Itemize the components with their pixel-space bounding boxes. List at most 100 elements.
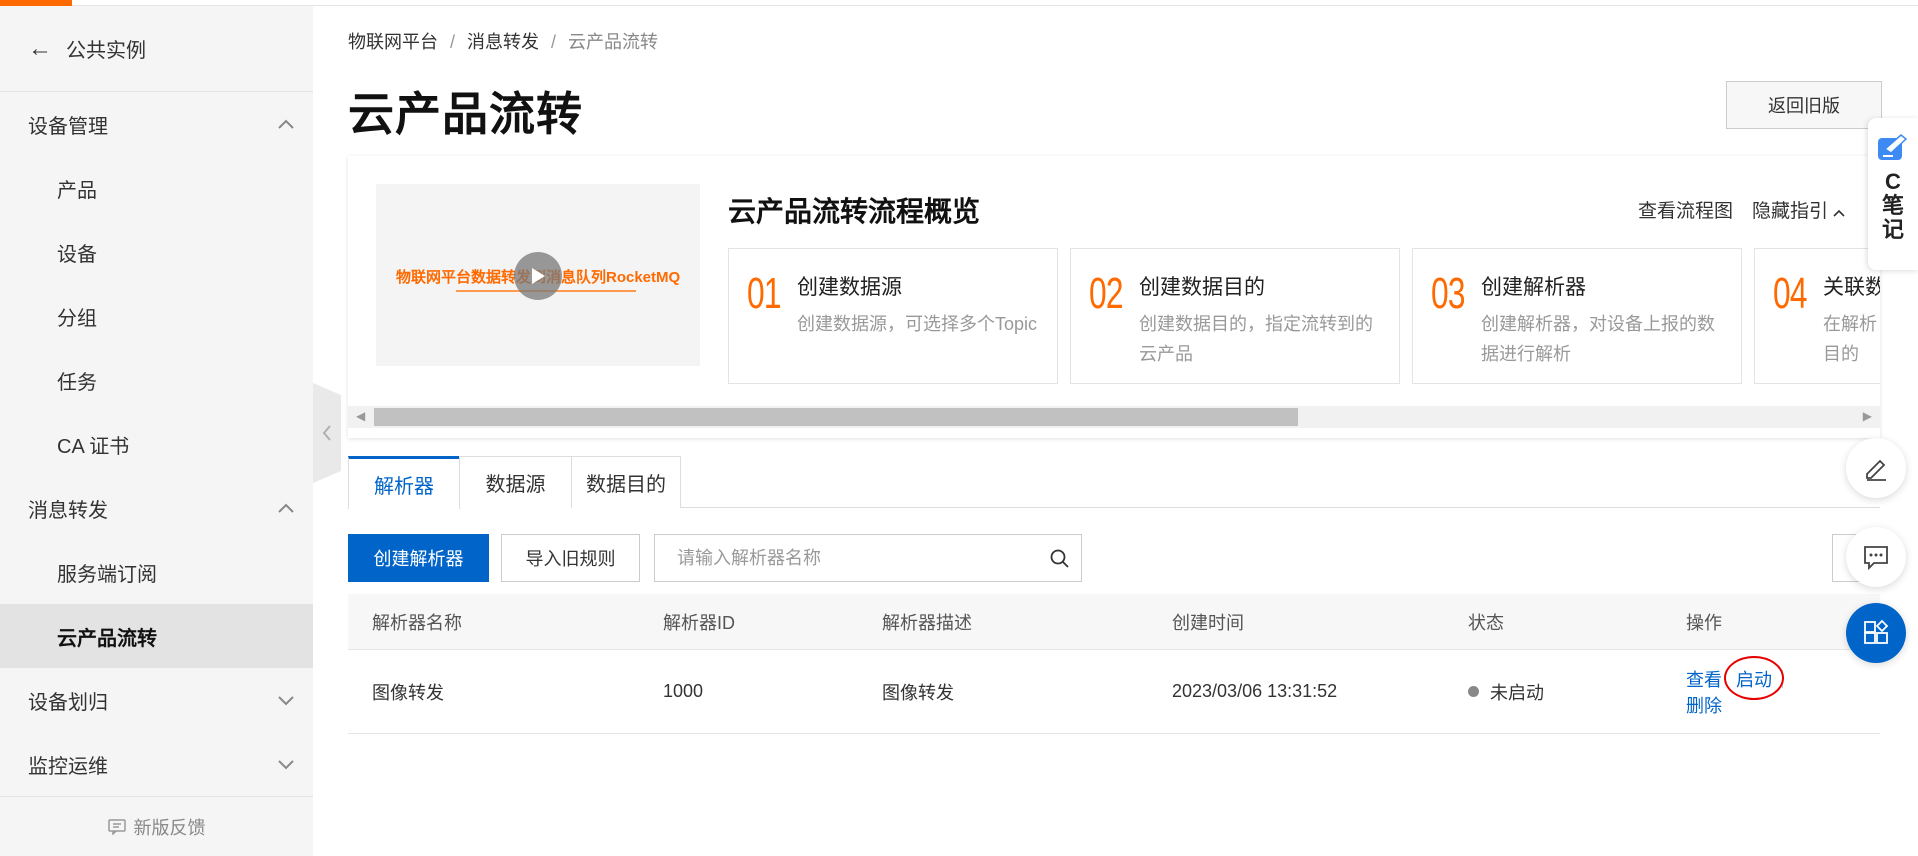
step-number: 04 [1773, 269, 1808, 318]
col-header-actions: 操作 [1686, 612, 1722, 633]
play-icon[interactable] [514, 252, 562, 300]
import-old-rules-button[interactable]: 导入旧规则 [501, 534, 640, 582]
cell-id: 1000 [663, 681, 704, 701]
sidebar-collapse-handle[interactable] [313, 383, 341, 483]
actions-row: 查看 启动 [1686, 655, 1784, 700]
view-action-link[interactable]: 查看 [1686, 666, 1722, 692]
sidebar-group-monitoring[interactable]: 监控运维 [0, 732, 313, 796]
sidebar-item-ca-cert[interactable]: CA 证书 [0, 412, 313, 476]
chevron-down-icon [275, 689, 297, 711]
chevron-down-icon [275, 753, 297, 775]
scroll-left-icon[interactable]: ◀ [356, 409, 365, 423]
feedback-icon [107, 818, 126, 835]
breadcrumb: 物联网平台 / 消息转发 / 云产品流转 [348, 28, 658, 54]
notes-icon [1878, 134, 1908, 160]
guide-video[interactable]: 物联网平台数据转发到消息队列RocketMQ [376, 184, 700, 366]
guide-panel: 物联网平台数据转发到消息队列RocketMQ 云产品流转流程概览 查看流程图 隐… [348, 156, 1880, 438]
step-title: 创建数据目的 [1139, 276, 1265, 299]
chat-float-button[interactable] [1846, 527, 1906, 587]
table-header: 解析器名称 解析器ID 解析器描述 创建时间 状态 操作 [348, 594, 1880, 650]
breadcrumb-item-message-forwarding[interactable]: 消息转发 [467, 32, 539, 52]
feedback-link[interactable]: 新版反馈 [0, 796, 313, 856]
guide-step-2: 02 创建数据目的 创建数据目的，指定流转到的云产品 [1070, 248, 1400, 384]
edit-float-button[interactable] [1846, 438, 1906, 498]
chevron-up-icon [1833, 209, 1845, 217]
create-parser-button[interactable]: 创建解析器 [348, 534, 489, 582]
col-header-desc: 解析器描述 [882, 612, 972, 633]
step-desc: 在解析目的 [1823, 314, 1877, 364]
start-action-link[interactable]: 启动 [1724, 655, 1784, 700]
step-title: 创建数据源 [797, 276, 902, 299]
sidebar-item-device[interactable]: 设备 [0, 220, 313, 284]
tab-data-source[interactable]: 数据源 [459, 456, 572, 508]
sidebar-item-cloud-flow[interactable]: 云产品流转 [0, 604, 313, 668]
c-notes-label: C笔记 [1881, 169, 1904, 242]
step-title: 创建解析器 [1481, 276, 1586, 299]
step-number: 03 [1431, 269, 1466, 318]
guide-step-1: 01 创建数据源 创建数据源，可选择多个Topic [728, 248, 1058, 384]
sidebar: ← 公共实例 设备管理 产品 设备 分组 任务 CA 证书 消息转发 服务端订阅… [0, 6, 313, 856]
chevron-left-icon [322, 425, 331, 441]
sidebar-back-link[interactable]: ← 公共实例 [0, 6, 313, 92]
parser-search-input[interactable] [655, 535, 1015, 581]
step-desc: 创建数据源，可选择多个Topic [797, 314, 1038, 334]
step-desc: 创建数据目的，指定流转到的云产品 [1139, 314, 1373, 364]
apps-float-button[interactable] [1846, 603, 1906, 663]
guide-horizontal-scrollbar[interactable]: ◀ ▶ [348, 406, 1880, 428]
step-number: 02 [1089, 269, 1124, 318]
breadcrumb-separator: / [551, 32, 557, 52]
back-arrow-icon: ← [28, 34, 52, 62]
sidebar-item-server-subscription[interactable]: 服务端订阅 [0, 540, 313, 604]
sidebar-back-label: 公共实例 [66, 40, 146, 62]
sidebar-group-label: 设备划归 [28, 691, 108, 714]
feedback-label: 新版反馈 [133, 817, 206, 838]
step-desc: 创建解析器，对设备上报的数据进行解析 [1481, 314, 1715, 364]
apps-icon [1864, 619, 1889, 644]
col-header-id: 解析器ID [663, 612, 735, 633]
col-header-name: 解析器名称 [372, 612, 462, 633]
cell-status: 未启动 [1468, 650, 1544, 733]
cell-name: 图像转发 [372, 682, 444, 703]
guide-step-3: 03 创建解析器 创建解析器，对设备上报的数据进行解析 [1412, 248, 1742, 384]
main-content: 物联网平台 / 消息转发 / 云产品流转 云产品流转 返回旧版 物联网平台数据转发到消息… [348, 6, 1882, 856]
scroll-right-icon[interactable]: ▶ [1863, 409, 1872, 423]
sidebar-group-label: 监控运维 [28, 755, 108, 778]
sidebar-group-label: 消息转发 [28, 499, 108, 522]
c-notes-widget[interactable]: C笔记 [1868, 118, 1918, 270]
breadcrumb-item-current: 云产品流转 [568, 32, 659, 52]
scrollbar-thumb[interactable] [374, 408, 1298, 426]
parser-search-box [654, 534, 1082, 582]
tab-bar: 解析器 数据源 数据目的 [348, 456, 1880, 509]
chat-icon [1864, 546, 1888, 570]
tab-data-destination[interactable]: 数据目的 [571, 456, 681, 508]
sidebar-group-device-assignment[interactable]: 设备划归 [0, 668, 313, 732]
step-number: 01 [747, 269, 782, 318]
return-old-version-button[interactable]: 返回旧版 [1726, 81, 1882, 129]
sidebar-group-message-forwarding[interactable]: 消息转发 [0, 476, 313, 540]
hide-guide-label: 隐藏指引 [1752, 201, 1829, 222]
cell-actions: 查看 启动 删除 [1686, 650, 1784, 733]
cell-desc: 图像转发 [882, 682, 954, 703]
breadcrumb-separator: / [450, 32, 456, 52]
sidebar-item-task[interactable]: 任务 [0, 348, 313, 412]
cell-created: 2023/03/06 13:31:52 [1172, 681, 1338, 701]
step-title: 关联数 [1823, 276, 1880, 299]
tab-parser[interactable]: 解析器 [348, 456, 460, 509]
chevron-up-icon [275, 113, 297, 135]
guide-title: 云产品流转流程概览 [728, 196, 981, 227]
parser-table: 解析器名称 解析器ID 解析器描述 创建时间 状态 操作 图像转发 1000 图… [348, 594, 1880, 734]
search-icon[interactable] [1049, 548, 1071, 570]
sidebar-item-product[interactable]: 产品 [0, 156, 313, 220]
guide-step-4: 04 关联数 在解析目的 [1754, 248, 1880, 384]
delete-action-link[interactable]: 删除 [1686, 692, 1722, 718]
table-row: 图像转发 1000 图像转发 2023/03/06 13:31:52 未启动 查… [348, 650, 1880, 734]
status-text: 未启动 [1490, 682, 1544, 703]
edit-icon [1866, 459, 1886, 481]
sidebar-group-device-management[interactable]: 设备管理 [0, 92, 313, 156]
sidebar-item-group[interactable]: 分组 [0, 284, 313, 348]
hide-guide-link[interactable]: 隐藏指引 [1752, 196, 1845, 223]
view-flowchart-link[interactable]: 查看流程图 [1638, 196, 1733, 223]
col-header-status: 状态 [1468, 612, 1504, 633]
status-dot-icon [1468, 686, 1479, 697]
breadcrumb-item-iot-platform[interactable]: 物联网平台 [348, 32, 438, 52]
